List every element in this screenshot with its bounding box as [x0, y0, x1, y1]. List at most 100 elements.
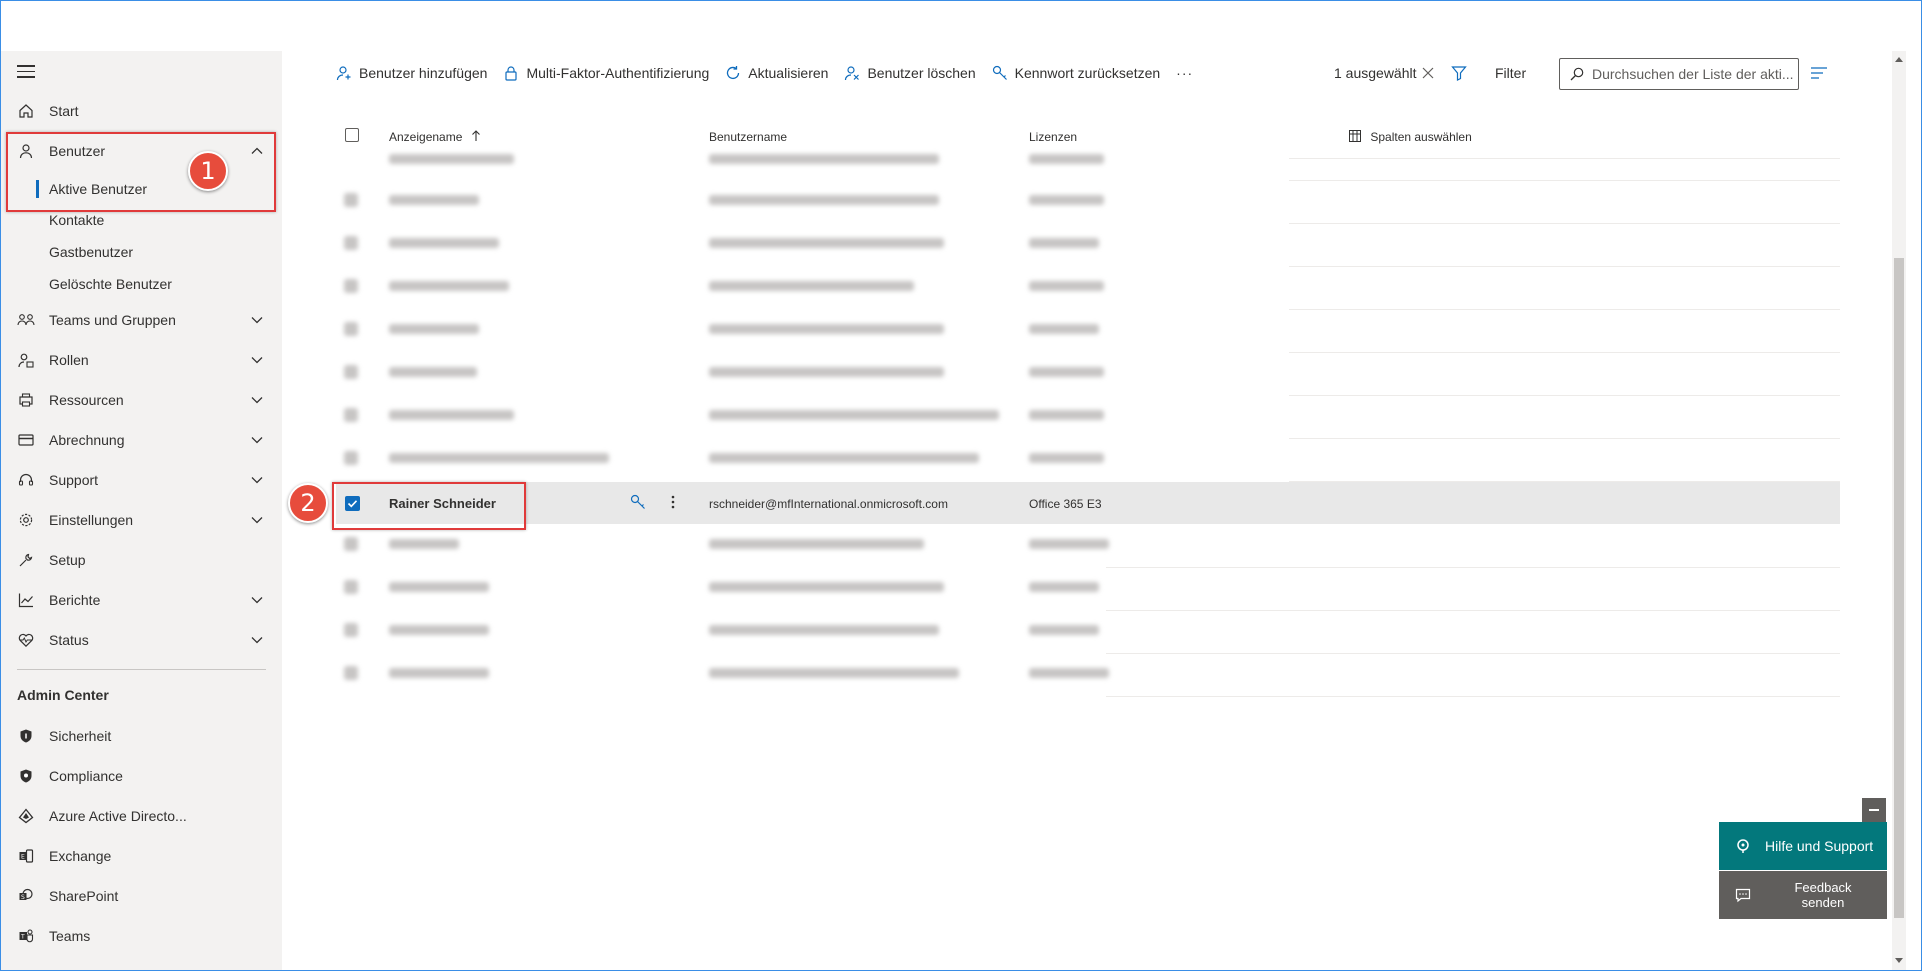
compliance-shield-icon: [17, 767, 35, 785]
nav-billing-label: Abrechnung: [49, 432, 125, 448]
mfa-label: Multi-Faktor-Authentifizierung: [526, 65, 710, 81]
key-icon: [992, 65, 1007, 80]
teams-icon: T: [17, 927, 35, 945]
row-divider: [1106, 696, 1840, 697]
row-divider: [1289, 352, 1840, 353]
nav-settings[interactable]: Einstellungen: [1, 504, 282, 536]
nav-roles-label: Rollen: [49, 352, 89, 368]
more-vertical-icon[interactable]: [670, 494, 676, 510]
nav-guest-users[interactable]: Gastbenutzer: [49, 244, 133, 260]
chevron-down-icon[interactable]: [250, 393, 264, 407]
help-support-label: Hilfe und Support: [1765, 838, 1874, 854]
nav-azure-ad[interactable]: Azure Active Directo...: [1, 800, 282, 832]
add-user-button[interactable]: Benutzer hinzufügen: [336, 65, 487, 81]
nav-sharepoint[interactable]: S SharePoint: [1, 880, 282, 912]
more-options-label: ···: [1176, 65, 1194, 81]
nav-setup[interactable]: Setup: [1, 544, 282, 576]
chevron-down-icon[interactable]: [250, 473, 264, 487]
chevron-down-icon[interactable]: [250, 433, 264, 447]
nav-billing[interactable]: Abrechnung: [1, 424, 282, 456]
top-bar: [1, 1, 1921, 51]
printer-icon: [17, 391, 35, 409]
column-header-display-name[interactable]: Anzeigename: [389, 130, 481, 144]
add-person-icon: [336, 66, 351, 81]
chevron-down-icon[interactable]: [250, 633, 264, 647]
table-row-blurred: [336, 181, 1106, 224]
nav-resources-label: Ressourcen: [49, 392, 124, 408]
nav-azure-ad-label: Azure Active Directo...: [49, 808, 187, 824]
refresh-button[interactable]: Aktualisieren: [725, 65, 828, 81]
delete-user-button[interactable]: Benutzer löschen: [844, 65, 976, 81]
row-divider: [1289, 395, 1840, 396]
clear-selection-icon[interactable]: [1421, 66, 1435, 80]
group-icon: [17, 311, 35, 329]
refresh-label: Aktualisieren: [748, 65, 829, 81]
scroll-down-icon[interactable]: [1894, 957, 1904, 965]
admin-center-title: Admin Center: [17, 687, 109, 703]
hamburger-menu-icon[interactable]: [17, 65, 35, 79]
mfa-button[interactable]: Multi-Faktor-Authentifizierung: [503, 65, 709, 81]
header-divider: [1289, 158, 1840, 159]
table-row-blurred: [336, 525, 1109, 568]
headset-icon: [17, 471, 35, 489]
nav-deleted-users[interactable]: Gelöschte Benutzer: [49, 276, 172, 292]
nav-health-label: Status: [49, 632, 89, 648]
nav-support[interactable]: Support: [1, 464, 282, 496]
nav-teams-groups-label: Teams und Gruppen: [49, 312, 176, 328]
nav-security[interactable]: Sicherheit: [1, 720, 282, 752]
column-header-username[interactable]: Benutzername: [709, 130, 787, 144]
remove-person-icon: [845, 66, 860, 81]
nav-teams[interactable]: T Teams: [1, 920, 282, 952]
filter-label: Filter: [1495, 65, 1527, 81]
nav-teams-groups[interactable]: Teams und Gruppen: [1, 304, 282, 336]
scroll-up-icon[interactable]: [1894, 55, 1904, 63]
nav-roles[interactable]: Rollen: [1, 344, 282, 376]
nav-compliance[interactable]: Compliance: [1, 760, 282, 792]
feedback-button[interactable]: Feedback senden: [1719, 871, 1887, 919]
delete-user-label: Benutzer löschen: [867, 65, 976, 81]
row-divider: [1106, 567, 1840, 568]
chevron-down-icon[interactable]: [250, 513, 264, 527]
table-row-blurred: [336, 654, 1109, 697]
search-input[interactable]: Durchsuchen der Liste der akti...: [1559, 58, 1799, 90]
sidebar-divider: [17, 669, 266, 670]
nav-contacts[interactable]: Kontakte: [49, 212, 104, 228]
scrollbar-thumb[interactable]: [1894, 258, 1904, 918]
nav-health[interactable]: Status: [1, 624, 282, 656]
view-options-icon[interactable]: [1810, 66, 1828, 80]
select-all-checkbox[interactable]: [345, 128, 359, 142]
chevron-down-icon[interactable]: [250, 313, 264, 327]
filter-icon[interactable]: [1451, 65, 1467, 81]
role-icon: [17, 351, 35, 369]
more-options-button[interactable]: ···: [1176, 65, 1193, 81]
feedback-label-line1: Feedback: [1794, 880, 1852, 895]
selected-user-username: rschneider@mfInternational.onmicrosoft.c…: [709, 497, 948, 511]
minimize-help-button[interactable]: [1862, 798, 1886, 822]
nav-settings-label: Einstellungen: [49, 512, 134, 528]
table-row-blurred: [336, 568, 1106, 611]
nav-resources[interactable]: Ressourcen: [1, 384, 282, 416]
chevron-down-icon[interactable]: [250, 353, 264, 367]
lock-icon: [505, 66, 518, 81]
help-support-button[interactable]: Hilfe und Support: [1719, 822, 1887, 870]
choose-columns-button[interactable]: Spalten auswählen: [1349, 130, 1472, 144]
annotation-badge-1: 1: [188, 151, 228, 191]
annotation-box-1: [6, 132, 276, 212]
row-divider: [1289, 180, 1840, 181]
reset-password-key-icon[interactable]: [630, 494, 646, 510]
exchange-icon: E: [17, 847, 35, 865]
row-divider: [1106, 653, 1840, 654]
columns-icon: [1349, 130, 1361, 142]
reset-password-button[interactable]: Kennwort zurücksetzen: [992, 65, 1160, 81]
column-header-licenses[interactable]: Lizenzen: [1029, 130, 1077, 144]
nav-start[interactable]: Start: [1, 95, 282, 127]
row-divider: [1289, 223, 1840, 224]
chevron-down-icon[interactable]: [250, 593, 264, 607]
nav-reports[interactable]: Berichte: [1, 584, 282, 616]
feedback-icon: [1735, 888, 1751, 903]
selected-count: 1 ausgewählt: [1334, 58, 1417, 88]
table-row-blurred: [336, 224, 1106, 267]
svg-text:S: S: [21, 894, 25, 901]
filter-button[interactable]: Filter: [1495, 58, 1526, 88]
nav-exchange[interactable]: E Exchange: [1, 840, 282, 872]
